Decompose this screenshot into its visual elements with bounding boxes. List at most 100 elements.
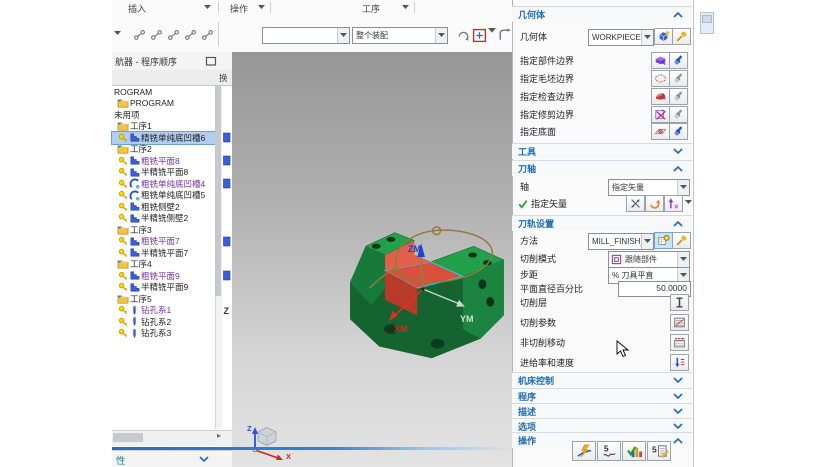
blank-boundary-icon[interactable] bbox=[651, 70, 670, 87]
scrollbar-thumb[interactable] bbox=[113, 433, 143, 442]
chevron-down-icon[interactable] bbox=[114, 31, 121, 36]
tree-row[interactable]: 工序5 bbox=[112, 293, 215, 305]
scrollbar-thumb[interactable] bbox=[215, 86, 221, 296]
replay-icon[interactable]: 5 bbox=[597, 441, 621, 461]
assembly-scope-combo[interactable]: 整个装配 bbox=[352, 27, 448, 44]
chevron-down-icon[interactable] bbox=[672, 392, 684, 401]
tree-row[interactable]: ROGRAM bbox=[112, 86, 215, 98]
chevron-down-icon[interactable] bbox=[198, 455, 210, 464]
flashlight-gray-icon[interactable] bbox=[669, 88, 688, 105]
command-finder-combo[interactable] bbox=[262, 27, 350, 44]
section-tool_hdr[interactable]: 工具 bbox=[512, 143, 692, 159]
section-desc_hdr[interactable]: 描述 bbox=[512, 403, 692, 419]
chevron-down-icon[interactable] bbox=[258, 5, 265, 10]
chevron-up-icon[interactable] bbox=[672, 219, 684, 228]
rotate-icon[interactable] bbox=[456, 28, 471, 43]
column-header-toolchange[interactable]: 换 bbox=[219, 72, 228, 84]
tree-row[interactable]: 半精铣平面8 bbox=[112, 167, 215, 179]
cutting-params-icon[interactable] bbox=[670, 314, 689, 331]
tree-row[interactable]: 粗铣平面7 bbox=[112, 236, 215, 248]
chevron-down-icon[interactable] bbox=[641, 30, 653, 45]
dialog-scrollbar-fragment[interactable] bbox=[700, 12, 714, 34]
part-boundary-icon[interactable] bbox=[651, 52, 670, 69]
tree-row[interactable]: 钻孔系1 bbox=[112, 305, 215, 317]
chevron-up-icon[interactable] bbox=[672, 164, 684, 173]
chevron-down-icon[interactable] bbox=[672, 147, 684, 156]
snap-icon[interactable] bbox=[166, 28, 181, 43]
tree-row[interactable]: 粗铣单纯底凹槽4 bbox=[112, 178, 215, 190]
tree-row[interactable]: 钻孔系3 bbox=[112, 328, 215, 340]
flashlight-blue-icon[interactable] bbox=[669, 123, 688, 140]
section-geo_hdr[interactable]: 几何体 bbox=[512, 6, 692, 22]
red-frame-icon[interactable] bbox=[472, 28, 487, 43]
vector-dialog-icon[interactable] bbox=[626, 195, 645, 212]
float-panel-icon[interactable] bbox=[205, 55, 217, 67]
snap-icon[interactable] bbox=[149, 28, 164, 43]
snap-icon[interactable] bbox=[200, 28, 215, 43]
tree-row[interactable]: 半精铣平面7 bbox=[112, 247, 215, 259]
tree-row[interactable]: 粗铣单纯底凹槽5 bbox=[112, 190, 215, 202]
chevron-down-icon[interactable] bbox=[204, 5, 211, 10]
section-program_hdr[interactable]: 程序 bbox=[512, 388, 692, 404]
drill-icon bbox=[129, 328, 140, 339]
list-icon[interactable]: 5 bbox=[647, 441, 671, 461]
chevron-up-icon[interactable] bbox=[672, 10, 684, 19]
tree-row[interactable]: 钻孔系2 bbox=[112, 316, 215, 328]
method-edit-icon[interactable] bbox=[654, 232, 673, 249]
section-path_hdr[interactable]: 刀轨设置 bbox=[512, 215, 692, 231]
geometry-new-icon[interactable] bbox=[654, 28, 673, 45]
tree-row[interactable]: 粗铣平面9 bbox=[112, 270, 215, 282]
verify-icon[interactable] bbox=[622, 441, 646, 461]
tree-row[interactable]: 工序2 bbox=[112, 144, 215, 156]
section-axis_hdr[interactable]: 刀轴 bbox=[512, 160, 692, 176]
non-cutting-moves-icon[interactable] bbox=[670, 334, 689, 351]
dependencies-tab[interactable]: 性 bbox=[112, 450, 232, 467]
wrench-icon[interactable] bbox=[672, 28, 691, 45]
generate-icon[interactable] bbox=[572, 441, 596, 461]
tree-row[interactable]: 精铣单纯底凹槽6 bbox=[112, 132, 215, 144]
chevron-down-icon[interactable] bbox=[672, 376, 684, 385]
drill-icon bbox=[129, 305, 140, 316]
tree-row[interactable]: 粗铣平面8 bbox=[112, 155, 215, 167]
turn-arrow-icon[interactable] bbox=[497, 28, 512, 43]
tree-row[interactable]: 工序1 bbox=[112, 121, 215, 133]
chevron-down-icon[interactable] bbox=[672, 422, 684, 431]
vector-auto-icon[interactable] bbox=[664, 195, 683, 212]
reverse-direction-icon[interactable] bbox=[645, 195, 664, 212]
tree-row[interactable]: 工序3 bbox=[112, 224, 215, 236]
wrench-icon[interactable] bbox=[672, 232, 691, 249]
cut-levels-icon[interactable] bbox=[670, 294, 689, 311]
feeds-speeds-icon[interactable] bbox=[670, 354, 689, 371]
tree-row[interactable]: 粗铣侧壁2 bbox=[112, 201, 215, 213]
method-combo[interactable]: MILL_FINISH_1 bbox=[588, 233, 654, 250]
tree-row[interactable]: 未用项 bbox=[112, 109, 215, 121]
dropdown-arrow-icon[interactable] bbox=[488, 28, 496, 43]
ribbon-group-insert[interactable]: 插入 bbox=[128, 2, 146, 15]
chevron-down-icon[interactable] bbox=[641, 234, 653, 249]
flashlight-gray-icon[interactable] bbox=[669, 106, 688, 123]
chevron-down-icon[interactable] bbox=[672, 407, 684, 416]
scrollbar-arrow-right[interactable]: ▸ bbox=[217, 431, 221, 440]
trim-boundary-icon[interactable] bbox=[651, 106, 670, 123]
axis-combo[interactable]: 指定矢量 bbox=[608, 179, 690, 196]
tree-row[interactable]: 工序4 bbox=[112, 259, 215, 271]
tree-row[interactable]: 半精铣侧壁2 bbox=[112, 213, 215, 225]
tree-row[interactable]: 半精铣平面9 bbox=[112, 282, 215, 294]
ribbon-group-operations[interactable]: 操作 bbox=[230, 2, 248, 15]
snap-icon[interactable] bbox=[132, 28, 147, 43]
floor-icon[interactable] bbox=[651, 123, 670, 140]
ribbon-group-operation[interactable]: 工序 bbox=[362, 2, 380, 15]
geo-combo[interactable]: WORKPIECE bbox=[588, 29, 654, 46]
snap-icon[interactable] bbox=[183, 28, 198, 43]
flashlight-blue-icon[interactable] bbox=[669, 52, 688, 69]
chevron-down-icon[interactable] bbox=[677, 180, 689, 195]
check-boundary-icon[interactable] bbox=[651, 88, 670, 105]
tree-row[interactable]: PROGRAM bbox=[112, 98, 215, 110]
chevron-down-icon[interactable] bbox=[435, 28, 447, 43]
flashlight-gray-icon[interactable] bbox=[669, 70, 688, 87]
chevron-down-icon[interactable] bbox=[677, 252, 689, 267]
chevron-down-icon[interactable] bbox=[337, 28, 349, 43]
chevron-down-icon[interactable] bbox=[402, 5, 409, 10]
section-machine_hdr[interactable]: 机床控制 bbox=[512, 372, 692, 388]
chevron-down-icon[interactable] bbox=[685, 200, 692, 205]
